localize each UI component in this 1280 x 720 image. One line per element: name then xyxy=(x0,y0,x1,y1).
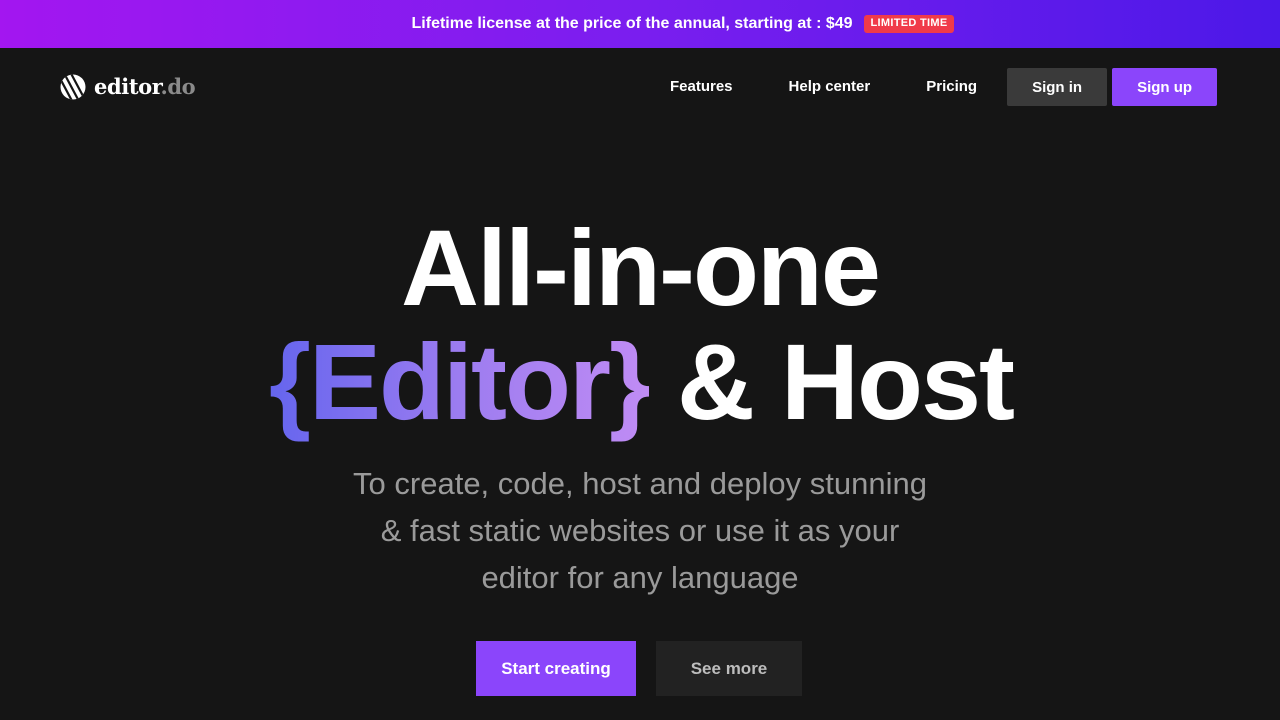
nav-help-center[interactable]: Help center xyxy=(761,68,899,106)
sign-in-button[interactable]: Sign in xyxy=(1007,68,1108,106)
logo-wordmark: editor.do xyxy=(94,73,196,99)
hero-title-rest: & Host xyxy=(649,321,1015,442)
nav-pricing[interactable]: Pricing xyxy=(898,68,1007,106)
editor-logo-icon xyxy=(60,74,86,100)
logo-name: editor xyxy=(94,73,161,99)
main-nav: Features Help center Pricing Sign in Sig… xyxy=(642,68,1218,106)
see-more-button[interactable]: See more xyxy=(656,641,802,696)
sign-up-button[interactable]: Sign up xyxy=(1112,68,1218,106)
start-creating-button[interactable]: Start creating xyxy=(476,641,636,696)
cta-row: Start creating See more xyxy=(0,641,1280,696)
hero-title-highlight: {Editor} xyxy=(268,321,651,442)
nav-features[interactable]: Features xyxy=(642,68,761,106)
hero-subtitle: To create, code, host and deploy stunnin… xyxy=(353,466,927,595)
logo-tld: .do xyxy=(160,73,196,99)
limited-time-badge: LIMITED TIME xyxy=(863,15,955,33)
logo-link[interactable]: editor.do xyxy=(60,72,196,100)
site-header: editor.do Features Help center Pricing S… xyxy=(0,48,1280,128)
hero-title-line1: All-in-one xyxy=(401,207,881,328)
promo-text: Lifetime license at the price of the ann… xyxy=(411,15,853,32)
promo-banner: Lifetime license at the price of the ann… xyxy=(0,0,1280,48)
hero-title-line2: {Editor} & Host xyxy=(0,322,1280,442)
